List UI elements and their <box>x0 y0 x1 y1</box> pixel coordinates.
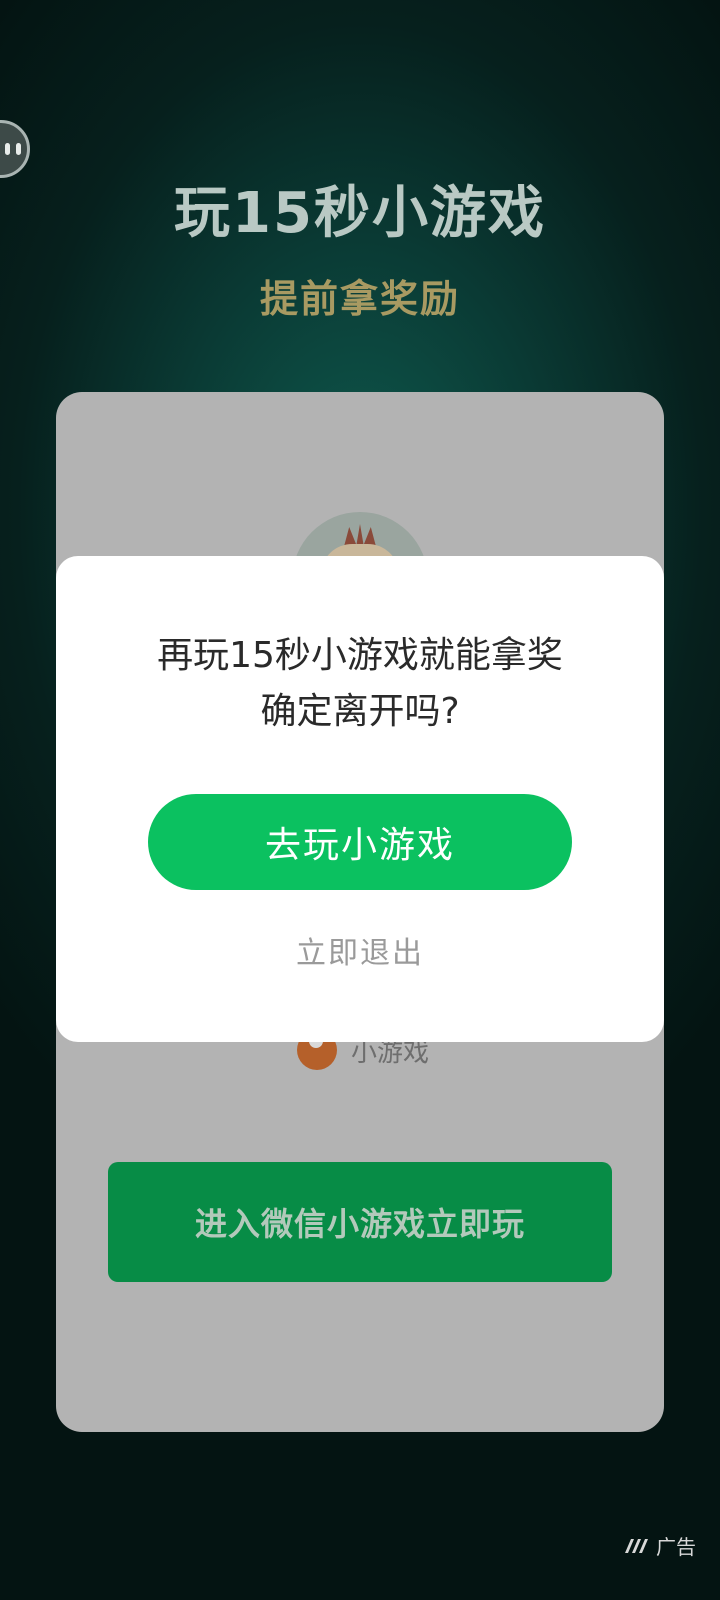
dialog-message-line-2: 确定离开吗? <box>260 691 460 732</box>
go-play-button[interactable]: 去玩小游戏 <box>148 794 572 890</box>
ad-screen: 玩15秒小游戏 提前拿奖励 小游戏 进入微信小游戏立即玩 再玩15秒小游戏就能拿… <box>0 0 720 1600</box>
page-subtitle: 提前拿奖励 <box>259 277 460 321</box>
dialog-message: 再玩15秒小游戏就能拿奖 确定离开吗? <box>56 628 664 740</box>
ad-label: 广告 <box>656 1535 696 1559</box>
ad-logo-icon <box>625 1538 648 1553</box>
exit-now-link[interactable]: 立即退出 <box>56 928 664 972</box>
dialog-message-line-1: 再玩15秒小游戏就能拿奖 <box>157 635 563 676</box>
enter-mini-game-button[interactable]: 进入微信小游戏立即玩 <box>108 1162 612 1282</box>
leave-confirm-dialog: 再玩15秒小游戏就能拿奖 确定离开吗? 去玩小游戏 立即退出 <box>56 556 664 1042</box>
page-title: 玩15秒小游戏 <box>174 181 546 246</box>
handle-dot <box>5 143 10 155</box>
ad-badge: 广告 <box>624 1531 696 1560</box>
handle-dot <box>16 143 21 155</box>
